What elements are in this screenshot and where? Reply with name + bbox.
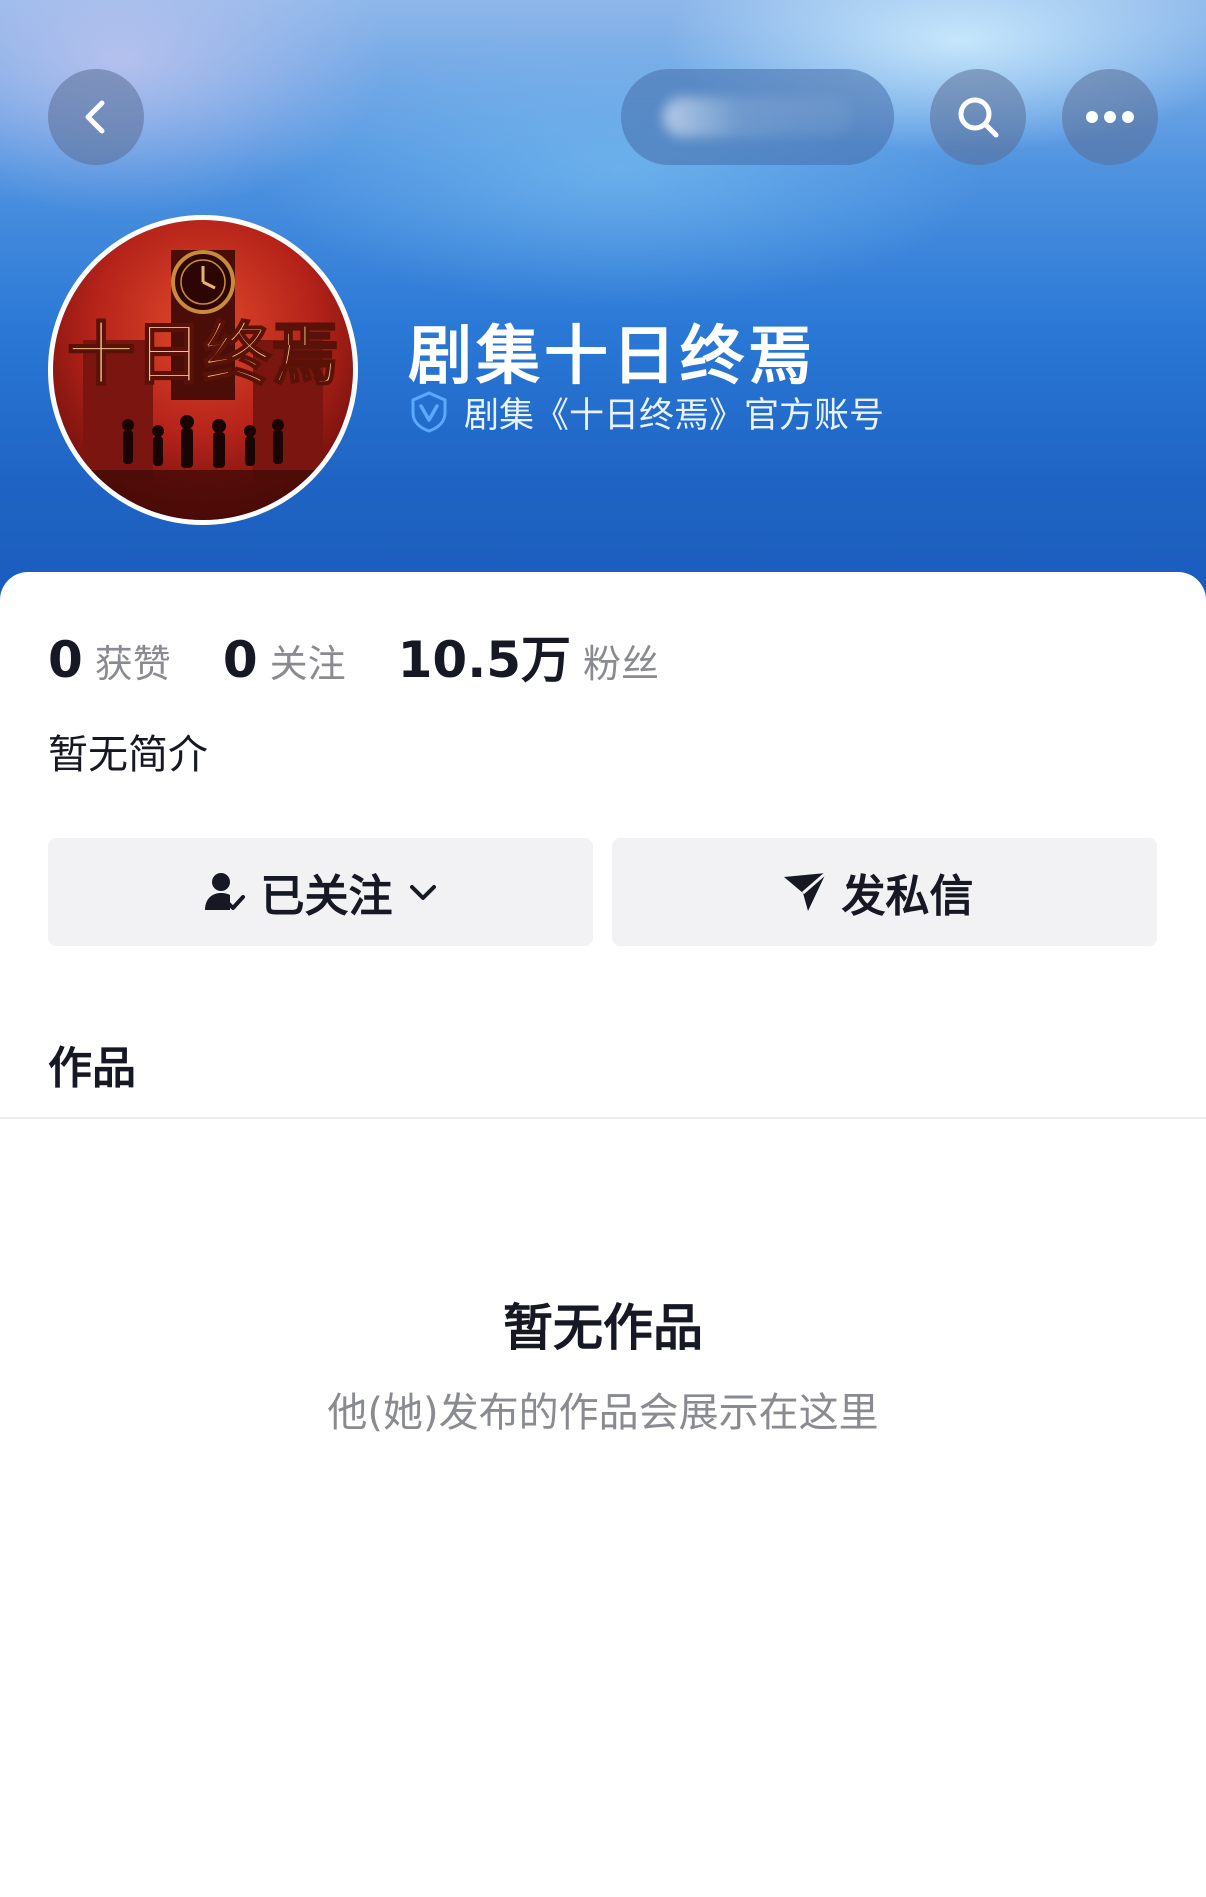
search-button[interactable] — [930, 69, 1026, 165]
followed-button[interactable]: 已关注 — [48, 838, 593, 946]
svg-text:十日终焉: 十日终焉 — [67, 315, 339, 395]
followed-button-label: 已关注 — [260, 871, 393, 922]
more-horizontal-icon — [1086, 111, 1134, 123]
profile-name: 剧集十日终焉 — [408, 320, 816, 394]
followers-count[interactable]: 10.5万 — [398, 620, 571, 692]
followers-label[interactable]: 粉丝 — [583, 633, 659, 688]
send-message-label: 发私信 — [841, 871, 974, 922]
send-message-button[interactable]: 发私信 — [612, 838, 1157, 946]
avatar-poster-image: 十日终焉 — [53, 250, 353, 520]
following-label[interactable]: 关注 — [270, 633, 346, 688]
bio-text: 暂无简介 — [48, 732, 208, 778]
likes-label: 获赞 — [94, 642, 171, 686]
verified-description: 剧集《十日终焉》官方账号 — [464, 395, 885, 436]
verified-v-icon — [411, 391, 447, 433]
blurred-account-name — [663, 97, 853, 137]
chevron-down-icon — [409, 885, 436, 900]
stats-row: 0 获赞 0 关注 10.5万 粉丝 — [48, 620, 711, 689]
empty-state-title: 暂无作品 — [503, 1299, 703, 1357]
empty-state-subtitle: 他(她)发布的作品会展示在这里 — [327, 1390, 879, 1436]
more-button[interactable] — [1062, 69, 1158, 165]
tab-works[interactable]: 作品 — [48, 1032, 136, 1096]
back-button[interactable] — [48, 69, 144, 165]
search-icon — [958, 97, 999, 138]
user-check-icon — [204, 873, 245, 910]
likes-count: 0 — [48, 631, 83, 689]
account-name-pill[interactable] — [621, 69, 894, 165]
paper-plane-icon — [783, 871, 827, 911]
tab-divider — [0, 1117, 1206, 1119]
chevron-left-icon — [85, 100, 105, 134]
following-count[interactable]: 0 — [223, 631, 258, 689]
avatar[interactable]: 十日终焉 — [48, 215, 358, 525]
verified-row: 剧集《十日终焉》官方账号 — [408, 388, 884, 436]
